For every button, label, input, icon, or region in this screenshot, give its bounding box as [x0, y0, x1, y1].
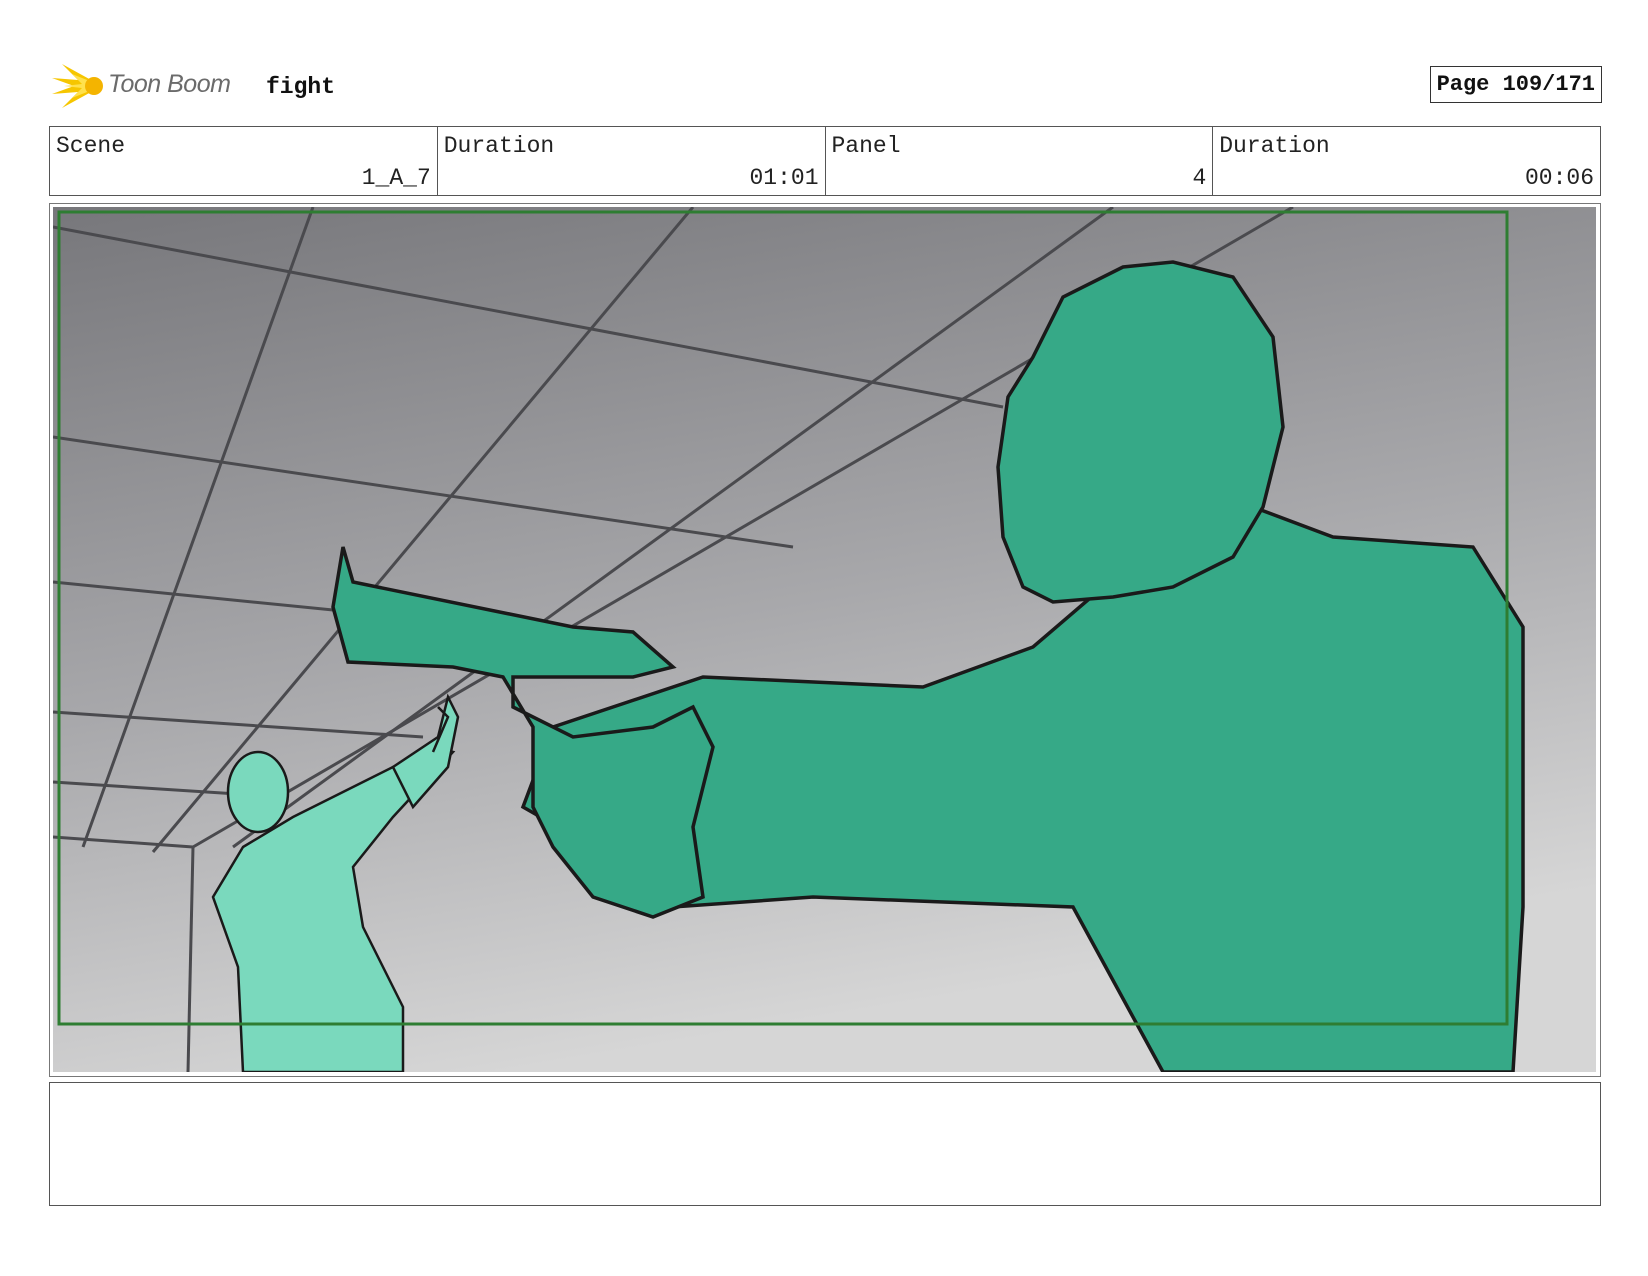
- panel-value: 4: [1192, 165, 1207, 191]
- project-name: fight: [266, 74, 336, 100]
- panel-duration-cell: Duration 00:06: [1213, 127, 1600, 195]
- scene-label: Scene: [56, 133, 126, 159]
- panel-cell: Panel 4: [826, 127, 1214, 195]
- storyboard-panel: [49, 203, 1601, 1077]
- scene-duration-value: 01:01: [749, 165, 819, 191]
- panel-duration-value: 00:06: [1524, 165, 1594, 191]
- starburst-icon: [52, 64, 103, 108]
- logo-text: Toon Boom: [108, 70, 231, 98]
- panel-info-table: Scene 1_A_7 Duration 01:01 Panel 4 Durat…: [49, 126, 1601, 196]
- panel-label: Panel: [831, 133, 901, 159]
- page-number: Page 109/171: [1429, 66, 1602, 103]
- notes-box: [49, 1082, 1601, 1206]
- panel-drawing: [53, 207, 1596, 1072]
- toon-boom-logo: Toon Boom: [50, 60, 250, 112]
- panel-duration-label: Duration: [1219, 133, 1330, 159]
- page-header: Toon Boom fight Page 109/171: [50, 58, 1602, 114]
- scene-value: 1_A_7: [361, 165, 431, 191]
- scene-cell: Scene 1_A_7: [50, 127, 438, 195]
- scene-duration-label: Duration: [443, 133, 555, 159]
- scene-duration-cell: Duration 01:01: [438, 127, 826, 195]
